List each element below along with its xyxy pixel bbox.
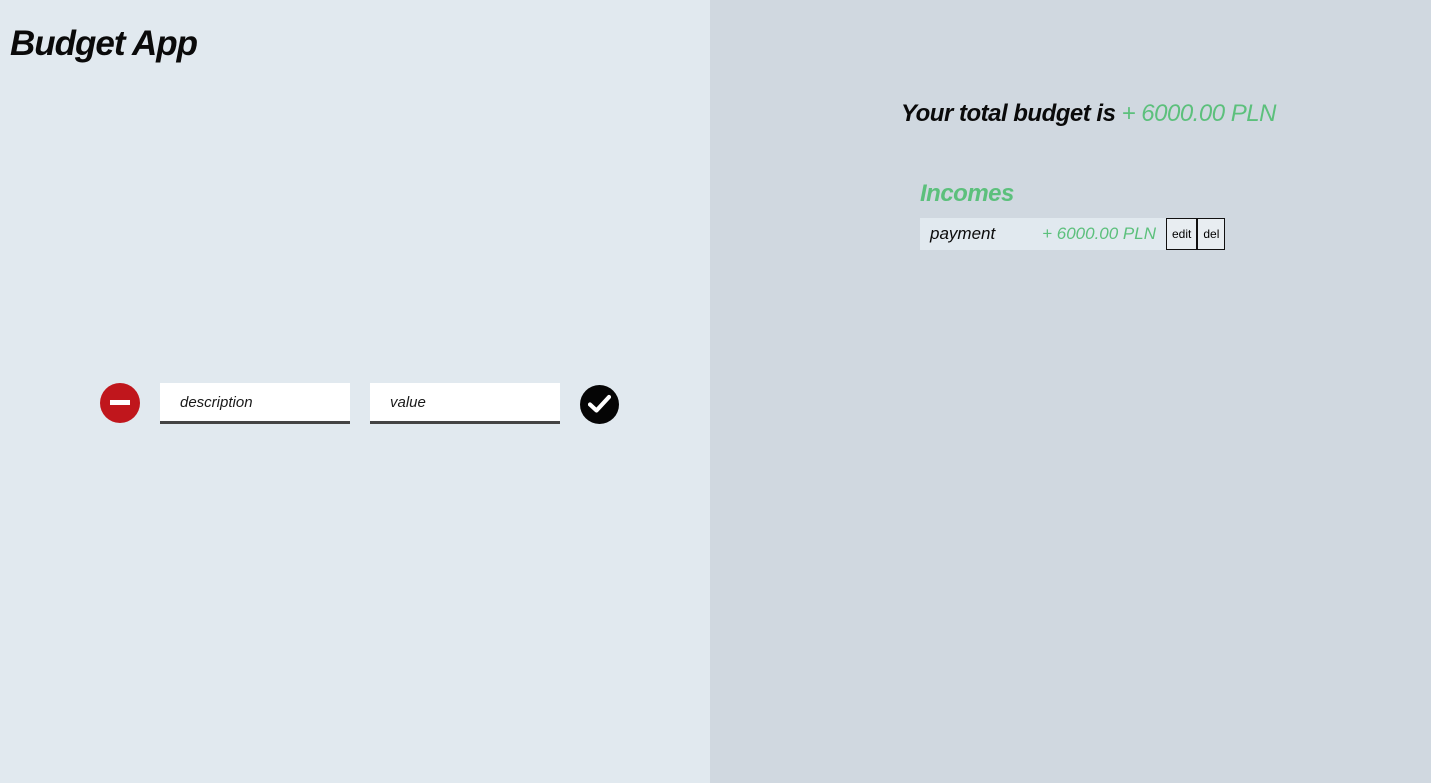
type-toggle-button[interactable] — [100, 383, 140, 423]
income-info: payment + 6000.00 PLN — [920, 218, 1166, 250]
delete-button[interactable]: del — [1197, 218, 1226, 250]
incomes-list: Incomes payment + 6000.00 PLN edit del — [920, 180, 1226, 250]
total-budget-label: Your total budget is — [901, 100, 1116, 127]
check-circle-icon — [588, 394, 611, 413]
total-budget-amount: + 6000.00 PLN — [1121, 100, 1277, 127]
income-value: + 6000.00 PLN — [1042, 224, 1156, 243]
add-entry-button[interactable] — [580, 385, 619, 424]
description-input[interactable] — [160, 383, 350, 424]
edit-button[interactable]: edit — [1166, 218, 1198, 250]
income-description: payment — [930, 224, 996, 243]
minus-circle-icon — [110, 400, 130, 405]
entry-form — [100, 383, 620, 424]
list-item: payment + 6000.00 PLN edit del — [920, 218, 1226, 250]
incomes-heading: Incomes — [920, 180, 1014, 207]
value-input[interactable] — [370, 383, 560, 424]
app-title: Budget App — [10, 24, 198, 63]
total-budget: Your total budget is + 6000.00 PLN — [901, 100, 1276, 128]
entry-panel: Budget App — [0, 0, 710, 783]
